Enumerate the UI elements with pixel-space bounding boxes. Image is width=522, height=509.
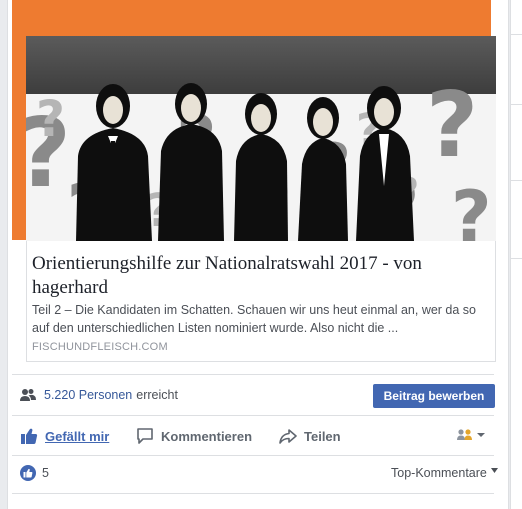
reach-count[interactable]: 5.220 Personen xyxy=(44,388,132,402)
share-icon xyxy=(279,429,297,444)
link-title[interactable]: Orientierungshilfe zur Nationalratswahl … xyxy=(32,252,472,300)
right-column-edge xyxy=(510,0,522,509)
audience-selector[interactable] xyxy=(457,428,486,442)
svg-text:?: ? xyxy=(426,73,478,178)
comment-icon xyxy=(137,428,153,444)
divider xyxy=(12,415,494,416)
thumbs-up-icon xyxy=(21,428,38,444)
reactions-count: 5 xyxy=(42,466,49,480)
link-description: Teil 2 – Die Kandidaten im Schatten. Sch… xyxy=(32,303,477,335)
svg-text:?: ? xyxy=(451,176,492,241)
comment-label: Kommentieren xyxy=(161,428,253,444)
comment-button[interactable]: Kommentieren xyxy=(136,424,252,448)
boost-post-button[interactable]: Beitrag bewerben xyxy=(373,384,495,408)
share-label: Teilen xyxy=(304,428,341,444)
like-reaction-icon xyxy=(20,465,36,481)
divider xyxy=(12,455,494,456)
like-button[interactable]: Gefällt mir xyxy=(20,424,109,448)
reach-suffix: erreicht xyxy=(136,388,178,402)
link-domain: FISCHUNDFLEISCH.COM xyxy=(32,341,168,353)
divider xyxy=(12,493,494,494)
caret-down-icon xyxy=(491,468,499,473)
divider xyxy=(12,374,494,375)
link-preview-image[interactable]: ? ? ? ? ? ? ? ? ? ? ? ? xyxy=(26,36,496,241)
comments-sort-label: Top-Kommentare xyxy=(391,466,487,480)
chevron-down-icon xyxy=(477,433,485,437)
people-icon xyxy=(20,389,36,401)
like-label: Gefällt mir xyxy=(45,428,110,444)
comments-sort-dropdown[interactable]: Top-Kommentare xyxy=(391,466,499,480)
share-button[interactable]: Teilen xyxy=(279,424,341,448)
svg-text:?: ? xyxy=(36,90,65,148)
reach-stats: 5.220 Personen erreicht xyxy=(20,384,178,406)
reactions-summary[interactable]: 5 xyxy=(20,465,49,481)
friends-audience-icon xyxy=(457,429,472,440)
